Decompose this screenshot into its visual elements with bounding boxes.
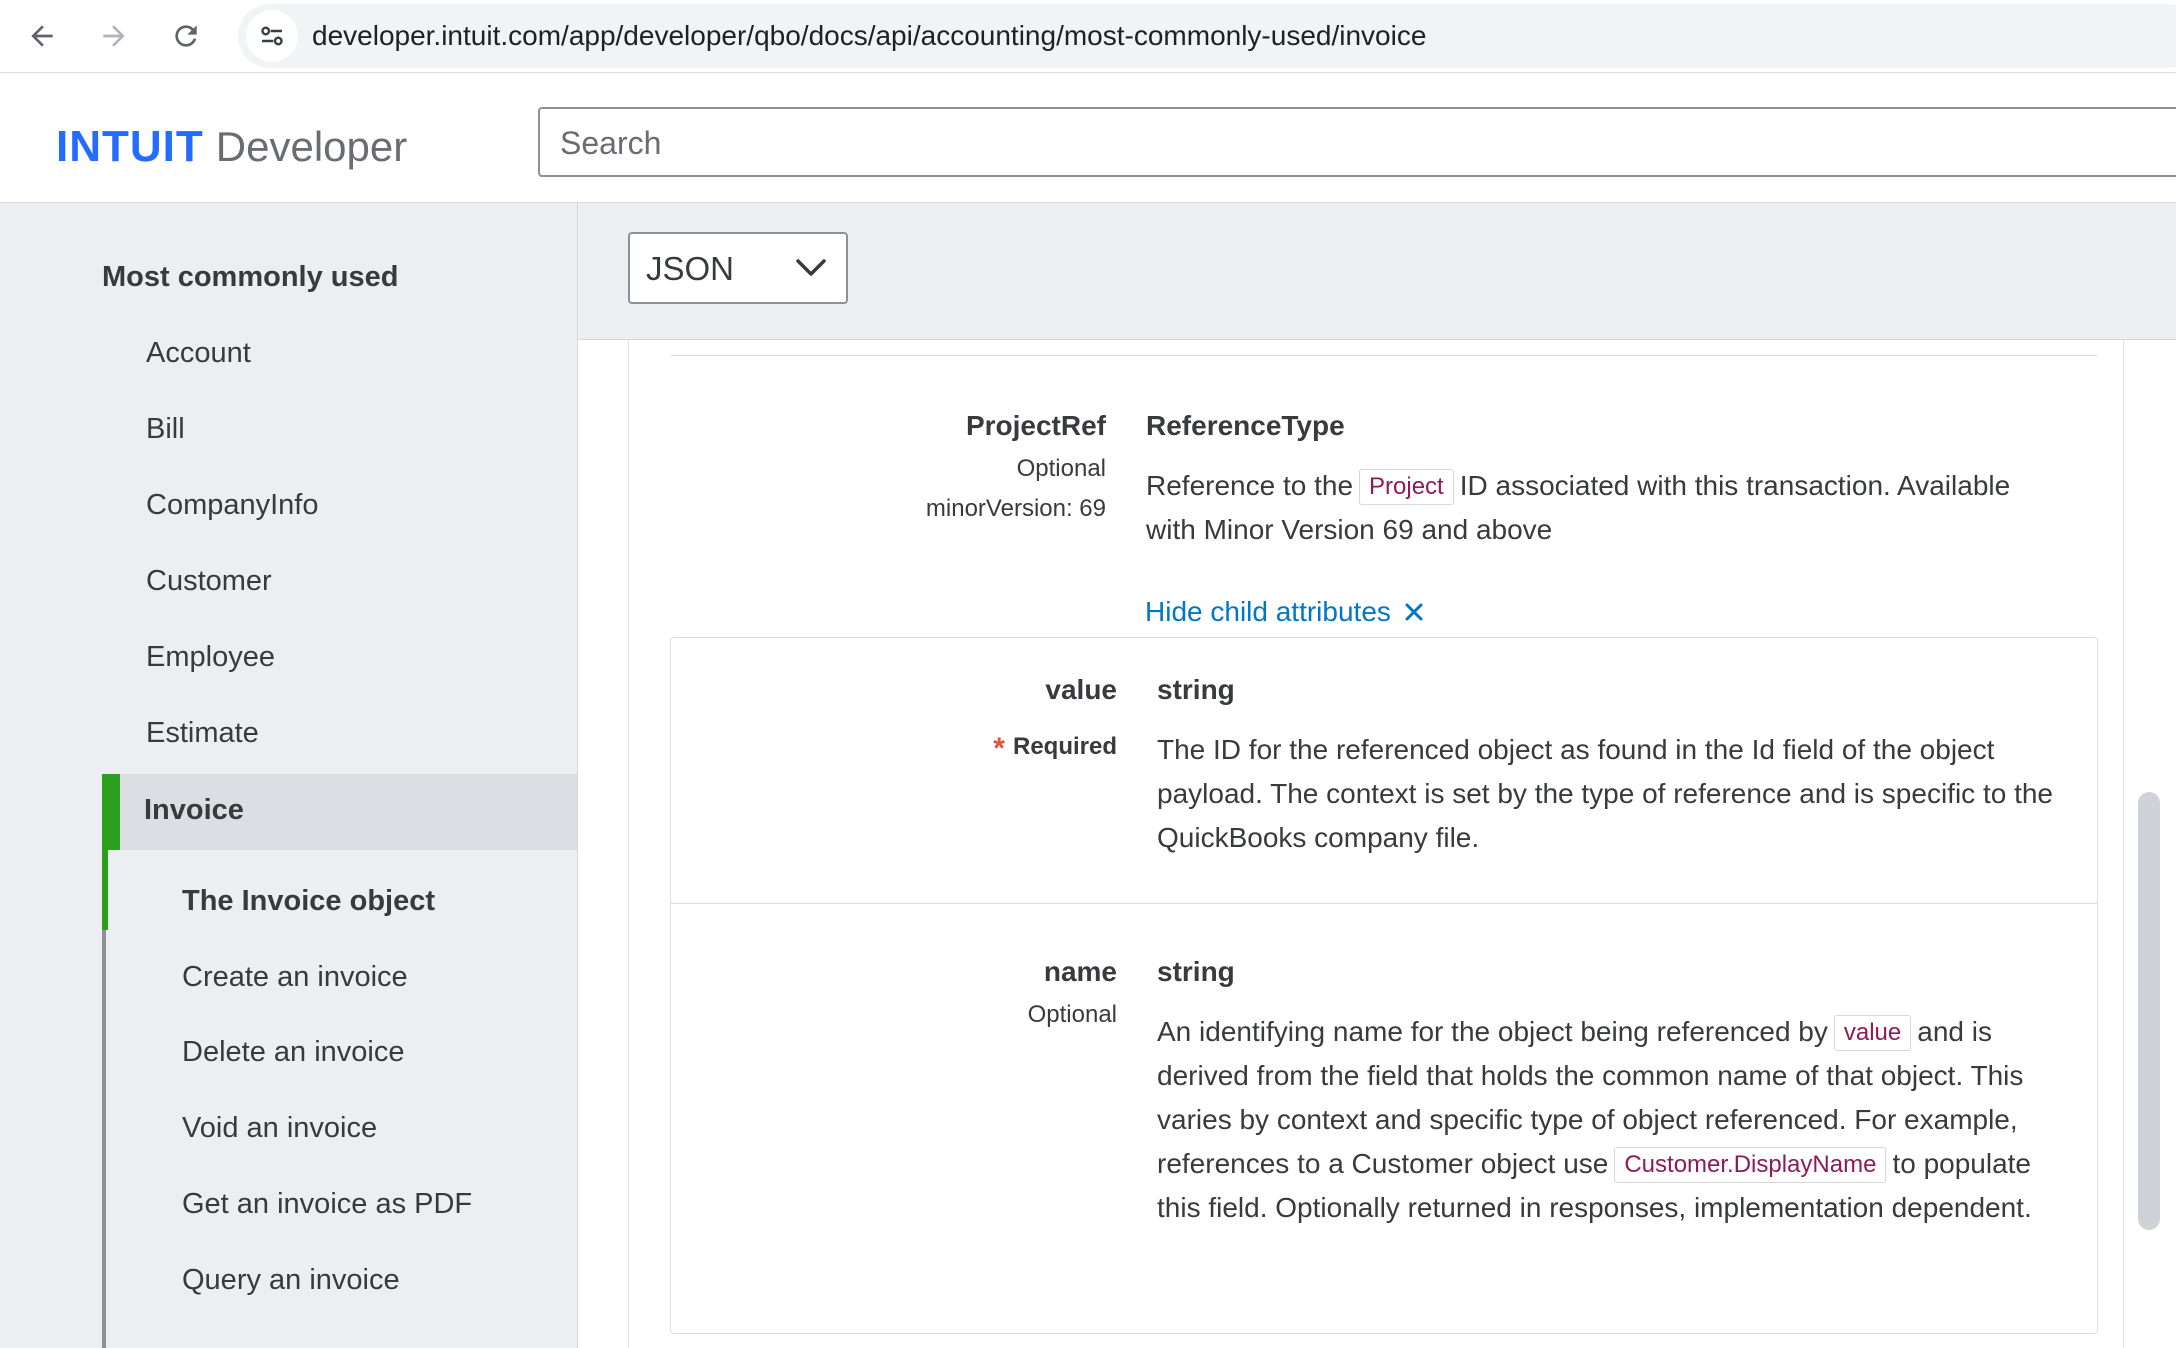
active-indicator: [102, 774, 120, 850]
language-select[interactable]: JSON: [628, 232, 848, 304]
attr-desc-name: An identifying name for the object being…: [1157, 1010, 2057, 1230]
sidebar-item-invoice[interactable]: Invoice: [144, 794, 244, 827]
required-star-icon: *: [993, 732, 1005, 765]
close-icon: [1405, 603, 1423, 621]
forward-button[interactable]: [86, 8, 142, 64]
desc-text: An identifying name for the object being…: [1157, 1016, 1828, 1047]
attr-desc-projectref: Reference to the Project ID associated wit…: [1146, 464, 2046, 552]
logo-brand: INTUIT: [56, 122, 204, 171]
code-tag-customer-displayname: Customer.DisplayName: [1614, 1147, 1887, 1183]
required-label: Required: [1012, 733, 1117, 760]
sidebar-subitem-create-invoice[interactable]: Create an invoice: [182, 961, 408, 994]
language-select-value: JSON: [646, 250, 735, 287]
attr-name-value: value: [1045, 674, 1117, 705]
attr-name-name: name: [1043, 956, 1117, 987]
sidebar-item-customer[interactable]: Customer: [146, 565, 272, 598]
sidebar-subitem-invoice-object[interactable]: The Invoice object: [182, 885, 435, 918]
reload-button[interactable]: [158, 8, 214, 64]
sidebar-subitem-invoice-pdf[interactable]: Get an invoice as PDF: [182, 1188, 472, 1221]
content-toolbar: JSON: [578, 203, 2176, 340]
attribute-reference: ProjectRef Optional minorVersion: 69 Ref…: [578, 340, 2176, 1348]
reload-icon: [175, 25, 197, 47]
child-attributes-box: value * Required string The ID for the re…: [670, 637, 2098, 1334]
arrow-right-icon: [103, 25, 125, 47]
hide-child-attributes-label: Hide child attributes: [1145, 596, 1391, 627]
attr-optional-projectref: Optional: [1016, 455, 1106, 482]
divider: [671, 903, 2097, 904]
sidebar-item-companyinfo[interactable]: CompanyInfo: [146, 489, 319, 522]
submenu-active-indicator: [102, 850, 108, 930]
tune-icon: [261, 26, 283, 46]
sidebar-nav: Most commonly used Account Bill CompanyI…: [0, 203, 578, 1348]
address-bar[interactable]: developer.intuit.com/app/developer/qbo/d…: [238, 4, 2176, 68]
attr-type-value: string: [1157, 674, 1235, 705]
attr-type-name: string: [1157, 956, 1235, 987]
attr-required-value: * Required: [671, 732, 1117, 766]
attr-optional-name: Optional: [1027, 1001, 1117, 1028]
sidebar-subitem-query-invoice[interactable]: Query an invoice: [182, 1264, 400, 1297]
attr-minor-version: minorVersion: 69: [925, 495, 1106, 522]
url-text[interactable]: developer.intuit.com/app/developer/qbo/d…: [312, 20, 1426, 52]
attr-name-projectref: ProjectRef: [965, 410, 1106, 441]
code-tag-project: Project: [1359, 469, 1454, 505]
attr-desc-value: The ID for the referenced object as foun…: [1157, 734, 2053, 853]
search-input[interactable]: [560, 121, 2060, 165]
sidebar-item-estimate[interactable]: Estimate: [146, 717, 259, 750]
search-box[interactable]: [538, 107, 2176, 177]
sidebar-item-employee[interactable]: Employee: [146, 641, 275, 674]
site-info-button[interactable]: [246, 10, 298, 62]
site-header: INTUIT Developer: [0, 84, 2176, 203]
sidebar-heading[interactable]: Most commonly used: [102, 261, 399, 294]
hide-child-attributes-link[interactable]: Hide child attributes: [1145, 596, 1423, 628]
browser-toolbar: developer.intuit.com/app/developer/qbo/d…: [0, 0, 2176, 73]
sidebar-item-bill[interactable]: Bill: [146, 413, 185, 446]
sidebar-subitem-void-invoice[interactable]: Void an invoice: [182, 1112, 377, 1145]
logo-product: Developer: [215, 123, 408, 170]
chevron-down-icon: [796, 259, 826, 276]
divider: [670, 355, 2098, 356]
code-tag-value: value: [1833, 1015, 1912, 1051]
arrow-left-icon: [31, 25, 53, 47]
desc-text: Reference to the: [1146, 470, 1354, 501]
back-button[interactable]: [14, 8, 70, 64]
sidebar-item-account[interactable]: Account: [146, 337, 251, 370]
attr-type-projectref: ReferenceType: [1146, 410, 1345, 441]
scrollbar-thumb[interactable]: [2138, 792, 2160, 1230]
intuit-developer-logo[interactable]: INTUIT Developer: [56, 122, 407, 172]
sidebar-subitem-delete-invoice[interactable]: Delete an invoice: [182, 1036, 404, 1069]
